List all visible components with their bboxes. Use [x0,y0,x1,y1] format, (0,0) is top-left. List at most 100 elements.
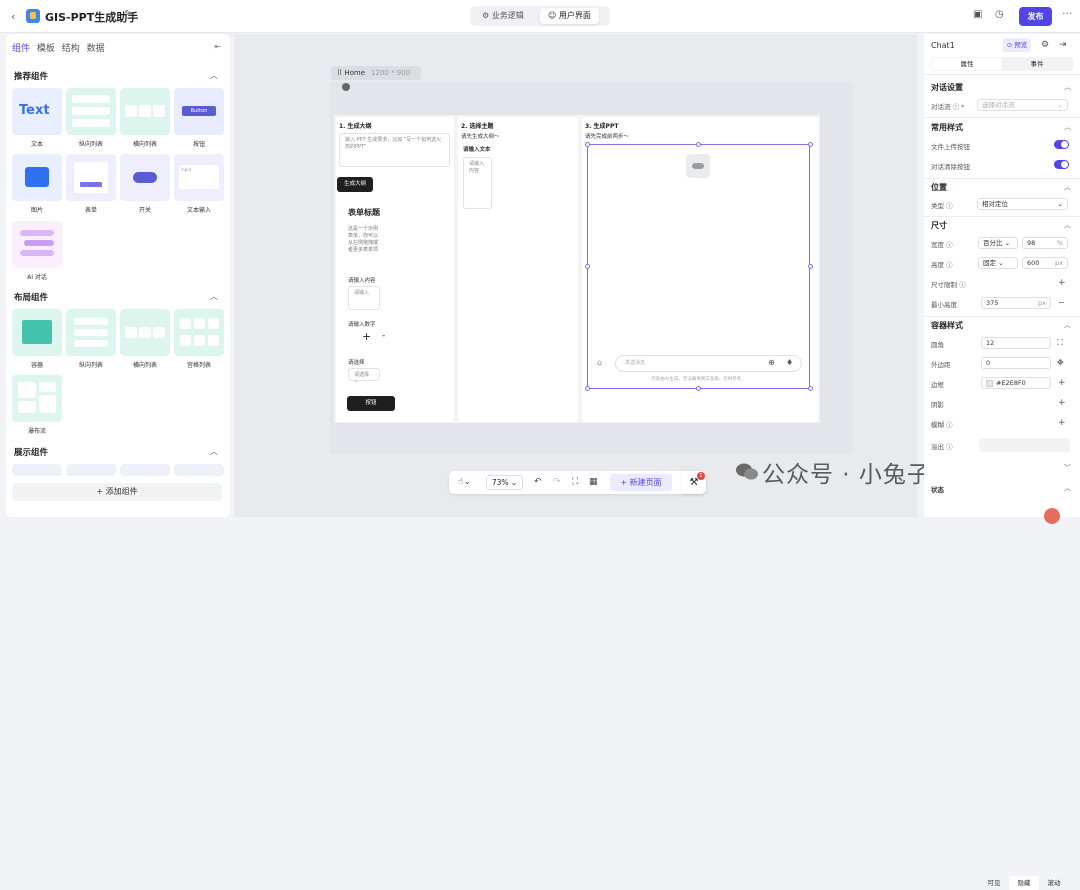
grid-view-icon[interactable]: ▦ [589,477,598,487]
resize-handle[interactable] [585,386,590,391]
chevron-up-icon[interactable]: ︿ [1064,220,1071,230]
clear-chat-toggle[interactable] [1054,160,1069,169]
component-card[interactable] [12,464,62,476]
select-field[interactable]: 请选择 ⌄ [348,368,380,384]
min-height-input[interactable]: 375 px [981,297,1051,309]
pointer-tool-icon[interactable]: ☝⌄ [458,477,471,487]
number-stepper[interactable]: + - [348,330,388,344]
chevron-up-icon[interactable]: ︿ [210,70,218,81]
chevron-up-icon[interactable]: ︿ [1064,483,1071,493]
resize-handle[interactable] [808,142,813,147]
generate-outline-button[interactable]: 生成大纲 [337,177,373,192]
chevron-up-icon[interactable]: ︿ [210,291,218,302]
add-size-limit-icon[interactable]: + [1058,278,1066,288]
margin-sides-icon[interactable]: ✥ [1057,358,1064,367]
chevron-up-icon[interactable]: ︿ [1064,182,1071,192]
chevron-up-icon[interactable]: ︿ [1064,122,1071,132]
component-card-form[interactable] [66,154,116,201]
add-icon[interactable]: ⊕ [768,358,775,367]
microphone-icon[interactable]: ♦ [786,358,793,367]
component-card-vertical-list-layout[interactable] [66,309,116,356]
height-mode-select[interactable]: 固定 ⌄ [978,257,1018,269]
more-menu-icon[interactable]: ··· [1062,7,1073,20]
avatar[interactable] [1044,508,1060,524]
resize-handle[interactable] [808,264,813,269]
new-page-button[interactable]: + 新建页面 [610,474,672,491]
overflow-visible[interactable]: 可见 [979,876,1009,890]
height-input[interactable]: 600 px [1022,257,1068,269]
drag-handle-icon[interactable]: ⠿ [337,69,342,77]
column-choose-theme[interactable]: 2. 选择主题 请先生成大纲～ 请输入文本 请输入内容 [458,117,578,422]
overflow-hidden[interactable]: 隐藏 [1009,876,1039,890]
component-card-horizontal-list-layout[interactable] [120,309,170,356]
edit-title-icon[interactable]: ✎ [124,9,132,20]
add-component-button[interactable]: + 添加组件 [12,483,222,501]
publish-button[interactable]: 发布 [1019,7,1052,26]
position-type-select[interactable]: 相对定位 ⌄ [977,198,1068,210]
theme-text-input[interactable]: 请输入内容 [463,157,492,209]
add-shadow-icon[interactable]: + [1058,398,1066,408]
tab-structure[interactable]: 结构 [62,44,80,54]
border-color-input[interactable]: #E2E8F0 [981,377,1051,389]
chevron-down-icon[interactable]: ﹀ [1064,463,1071,473]
file-upload-toggle[interactable] [1054,140,1069,149]
preview-button[interactable]: ⊙ 预览 [1003,38,1031,52]
expand-icon[interactable]: ⇥ [1059,40,1067,50]
component-card-waterfall[interactable] [12,375,62,422]
save-icon[interactable]: ▣ [973,9,982,20]
back-arrow-icon[interactable]: ‹ [11,10,15,23]
tab-templates[interactable]: 模板 [37,44,55,54]
text-input-field[interactable]: 请输入 [348,286,380,310]
width-input[interactable]: 98% [1022,237,1068,249]
zoom-select[interactable]: 73% ⌄ [486,475,523,490]
overflow-scroll[interactable]: 滚动 [1039,876,1069,890]
radius-input[interactable]: 12 [981,337,1051,349]
corner-radius-icon[interactable]: ⛶ [1057,338,1063,348]
redo-icon[interactable]: ↷ [553,477,561,487]
component-card-button[interactable]: Button [174,88,224,135]
tab-components[interactable]: 组件 [12,44,30,54]
component-card[interactable] [66,464,116,476]
resize-handle[interactable] [696,142,701,147]
tab-user-interface[interactable]: ☺ 用户界面 [540,8,599,24]
outline-request-input[interactable]: 输入 PPT 生成要求，比如 "写一个如何选火箭的PPT" [339,133,450,167]
chevron-up-icon[interactable]: ︿ [1064,320,1071,330]
component-card-text-input[interactable]: input [174,154,224,201]
add-border-icon[interactable]: + [1058,378,1066,388]
plus-icon[interactable]: + [362,330,371,343]
resize-handle[interactable] [696,386,701,391]
resize-handle[interactable] [585,264,590,269]
history-icon[interactable]: ◷ [995,9,1004,20]
dialog-flow-select[interactable]: 选择对话流 ⌄ [977,99,1068,111]
component-card-horizontal-list[interactable] [120,88,170,135]
component-card-image[interactable] [12,154,62,201]
tab-events[interactable]: 事件 [1002,58,1072,70]
resize-handle[interactable] [808,386,813,391]
form-submit-button[interactable]: 按钮 [347,396,395,411]
play-icon[interactable] [342,83,350,91]
component-card-grid-list[interactable] [174,309,224,356]
component-card-vertical-list[interactable] [66,88,116,135]
width-mode-select[interactable]: 百分比 ⌄ [978,237,1018,249]
component-card-container[interactable] [12,309,62,356]
component-card-text[interactable]: Text [12,88,62,135]
resize-handle[interactable] [585,142,590,147]
component-card-ai-chat[interactable] [12,221,62,268]
settings-icon[interactable]: ⚙ [1041,40,1049,50]
collapse-panel-icon[interactable]: ⇤ [214,42,221,51]
tab-properties[interactable]: 属性 [932,58,1002,70]
tab-business-logic[interactable]: ⚙ 业务逻辑 [474,8,532,24]
add-blur-icon[interactable]: + [1058,418,1066,428]
fit-screen-icon[interactable]: ⛶ [572,477,578,487]
component-card-switch[interactable] [120,154,170,201]
attachment-icon[interactable]: ⌂ [597,358,602,367]
chat-component-selected[interactable] [587,144,810,389]
column-generate-outline[interactable]: 1. 生成大纲 输入 PPT 生成要求，比如 "写一个如何选火箭的PPT" 生成… [336,117,454,422]
remove-icon[interactable]: − [1058,298,1065,307]
tab-data[interactable]: 数据 [87,44,105,54]
component-card[interactable] [120,464,170,476]
minus-icon[interactable]: - [382,331,385,341]
chevron-up-icon[interactable]: ︿ [1064,82,1071,92]
chevron-up-icon[interactable]: ︿ [210,446,218,457]
page-home-tag[interactable]: ⠿ Home 1200 * 900 [331,66,421,91]
